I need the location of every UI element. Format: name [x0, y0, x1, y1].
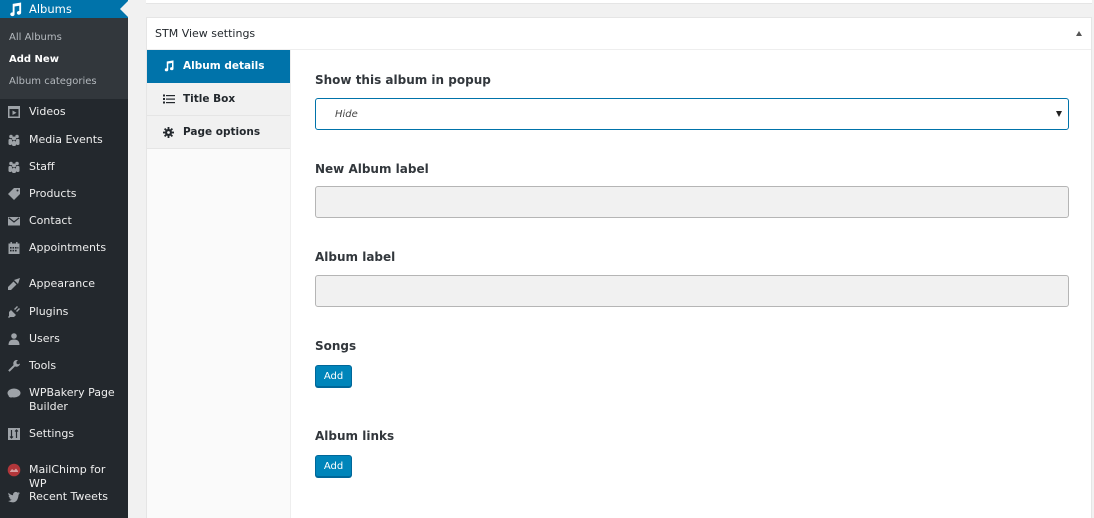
- tab-album-details[interactable]: Album details: [147, 50, 290, 83]
- new-album-label-input[interactable]: [315, 186, 1069, 218]
- sidebar-item-users[interactable]: Users: [0, 332, 66, 346]
- video-icon: [7, 105, 21, 119]
- album-label-field-label: Album label: [315, 250, 396, 264]
- groups-icon: [7, 133, 21, 147]
- new-album-label-field-label: New Album label: [315, 162, 429, 176]
- paintbrush-icon: [7, 277, 21, 291]
- sidebar-item-label: Recent Tweets: [29, 490, 108, 503]
- music-note-icon: [7, 1, 23, 17]
- chevron-down-icon: [1056, 111, 1062, 117]
- sidebar-item-label: Users: [29, 332, 60, 345]
- tab-label: Album details: [183, 60, 265, 72]
- sidebar-item-albums[interactable]: Albums: [0, 0, 128, 18]
- sidebar-item-label: Appearance: [29, 277, 96, 290]
- add-album-link-button[interactable]: Add: [315, 455, 352, 477]
- sidebar-item-mailchimp[interactable]: MailChimp for WP: [0, 463, 128, 491]
- wrench-icon: [7, 359, 21, 373]
- songs-field-label: Songs: [315, 339, 357, 353]
- groups-icon: [7, 160, 21, 174]
- add-song-button[interactable]: Add: [315, 365, 352, 387]
- sidebar-item-wpbakery[interactable]: WPBakery Page Builder: [0, 386, 121, 414]
- gear-icon: [162, 126, 175, 138]
- collapse-toggle-icon[interactable]: [1076, 31, 1082, 36]
- tab-label: Title Box: [183, 93, 236, 105]
- current-menu-arrow: [120, 1, 128, 17]
- sidebar-item-label: Appointments: [29, 241, 107, 254]
- tab-page-options[interactable]: Page options: [147, 116, 290, 149]
- sidebar-item-label: Products: [29, 187, 77, 200]
- admin-sidebar: Albums All Albums Add New Album categori…: [0, 0, 128, 518]
- sidebar-item-label: MailChimp for WP: [29, 463, 106, 490]
- albums-submenu: All Albums Add New Album categories: [0, 18, 128, 99]
- sidebar-item-settings[interactable]: Settings: [0, 427, 80, 441]
- sidebar-item-appearance[interactable]: Appearance: [0, 277, 101, 291]
- popup-select-value: Hide: [335, 108, 358, 120]
- sidebar-item-label: Media Events: [29, 133, 103, 146]
- sidebar-item-label: Videos: [29, 105, 66, 118]
- album-label-input[interactable]: [315, 275, 1069, 307]
- metabox-title: STM View settings: [155, 27, 256, 40]
- submenu-all-albums[interactable]: All Albums: [0, 27, 128, 49]
- sidebar-item-media-events[interactable]: Media Events: [0, 133, 109, 147]
- sidebar-item-label: Settings: [29, 427, 75, 440]
- tab-title-box[interactable]: Title Box: [147, 83, 290, 116]
- sidebar-item-contact[interactable]: Contact: [0, 214, 78, 228]
- tab-label: Page options: [183, 126, 261, 138]
- sidebar-item-products[interactable]: Products: [0, 187, 83, 201]
- sidebar-item-tools[interactable]: Tools: [0, 359, 62, 373]
- metabox-header[interactable]: STM View settings: [147, 18, 1091, 50]
- stm-view-settings-metabox: STM View settings Album details Title Bo…: [146, 17, 1092, 518]
- sidebar-item-label: Tools: [29, 359, 57, 372]
- tag-icon: [7, 187, 21, 201]
- envelope-icon: [7, 214, 21, 228]
- sidebar-item-label: Contact: [29, 214, 72, 227]
- music-note-icon: [162, 60, 175, 72]
- popup-select[interactable]: Hide: [315, 98, 1069, 130]
- sidebar-item-label: Staff: [29, 160, 55, 173]
- mailchimp-icon: [7, 463, 21, 477]
- sidebar-item-recent-tweets[interactable]: Recent Tweets: [0, 490, 114, 504]
- list-icon: [162, 93, 175, 105]
- sidebar-item-label: Plugins: [29, 305, 69, 318]
- sidebar-item-staff[interactable]: Staff: [0, 160, 61, 174]
- settings-icon: [7, 427, 21, 441]
- sidebar-item-plugins[interactable]: Plugins: [0, 305, 74, 319]
- submenu-add-new[interactable]: Add New: [0, 49, 128, 71]
- sidebar-item-label: WPBakery Page Builder: [29, 386, 115, 413]
- metabox-tabs: Album details Title Box Page options: [147, 50, 291, 518]
- twitter-icon: [7, 490, 21, 504]
- sidebar-item-appointments[interactable]: Appointments: [0, 241, 112, 255]
- top-panel-edge: [146, 0, 1092, 4]
- cloud-icon: [7, 386, 21, 400]
- user-icon: [7, 332, 21, 346]
- album-links-field-label: Album links: [315, 429, 395, 443]
- popup-field-label: Show this album in popup: [315, 73, 491, 87]
- calendar-icon: [7, 241, 21, 255]
- plugin-icon: [7, 305, 21, 319]
- sidebar-item-videos[interactable]: Videos: [0, 105, 72, 119]
- sidebar-item-label: Albums: [29, 2, 72, 16]
- submenu-album-categories[interactable]: Album categories: [0, 71, 128, 93]
